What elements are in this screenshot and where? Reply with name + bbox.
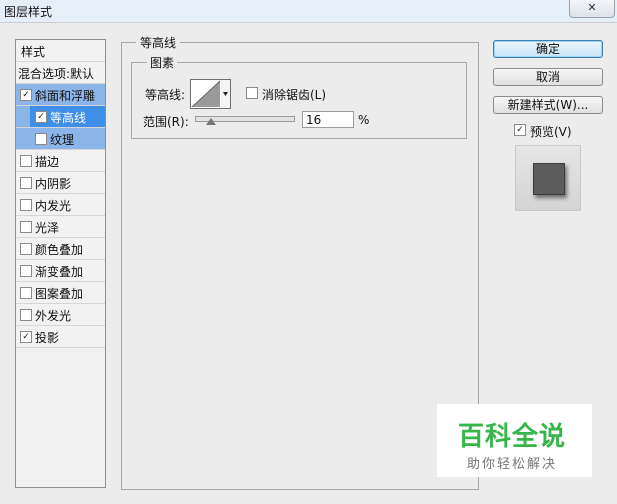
preview-checkbox[interactable]: ✓ bbox=[514, 124, 526, 136]
stroke-item[interactable]: 描边 bbox=[16, 150, 105, 172]
bevel-emboss-label: 斜面和浮雕 bbox=[35, 89, 96, 103]
satin-item[interactable]: 光泽 bbox=[16, 216, 105, 238]
chevron-down-icon bbox=[223, 92, 228, 96]
contour-dropdown-button[interactable] bbox=[221, 79, 231, 109]
close-button[interactable]: ✕ bbox=[569, 0, 615, 18]
outer-glow-checkbox[interactable] bbox=[20, 309, 32, 321]
contour-field-label: 等高线: bbox=[145, 88, 186, 102]
cancel-button[interactable]: 取消 bbox=[493, 68, 603, 86]
pattern-overlay-label: 图案叠加 bbox=[35, 287, 84, 301]
texture-item[interactable]: 纹理 bbox=[16, 128, 105, 150]
preview-swatch bbox=[533, 163, 565, 195]
inner-shadow-checkbox[interactable] bbox=[20, 177, 32, 189]
range-label: 范围(R): bbox=[143, 115, 189, 129]
drop-shadow-item[interactable]: ✓ 投影 bbox=[16, 326, 105, 348]
ok-button[interactable]: 确定 bbox=[493, 40, 603, 58]
contour-item-indent bbox=[16, 106, 30, 128]
contour-curve-icon bbox=[191, 80, 221, 108]
outer-glow-label: 外发光 bbox=[35, 309, 72, 323]
stroke-label: 描边 bbox=[35, 155, 60, 169]
contour-label: 等高线 bbox=[50, 111, 87, 125]
inner-shadow-label: 内阴影 bbox=[35, 177, 72, 191]
range-unit: % bbox=[358, 113, 370, 127]
inner-shadow-item[interactable]: 内阴影 bbox=[16, 172, 105, 194]
contour-checkbox[interactable]: ✓ bbox=[35, 111, 47, 123]
title-bar: 图层样式 bbox=[0, 0, 617, 22]
gradient-overlay-checkbox[interactable] bbox=[20, 265, 32, 277]
stroke-checkbox[interactable] bbox=[20, 155, 32, 167]
contour-picker[interactable] bbox=[190, 79, 222, 109]
satin-label: 光泽 bbox=[35, 221, 60, 235]
style-list-header: 样式 bbox=[16, 40, 105, 62]
outer-glow-item[interactable]: 外发光 bbox=[16, 304, 105, 326]
contour-item[interactable]: ✓ 等高线 bbox=[30, 106, 105, 128]
inner-glow-checkbox[interactable] bbox=[20, 199, 32, 211]
contour-group-title: 等高线 bbox=[136, 34, 181, 51]
style-preview bbox=[515, 145, 581, 211]
drop-shadow-label: 投影 bbox=[35, 331, 60, 345]
style-list-header-label: 样式 bbox=[21, 45, 46, 59]
close-icon: ✕ bbox=[587, 1, 597, 14]
color-overlay-item[interactable]: 颜色叠加 bbox=[16, 238, 105, 260]
window-title: 图层样式 bbox=[4, 5, 53, 19]
bevel-emboss-item[interactable]: ✓ 斜面和浮雕 bbox=[16, 84, 105, 106]
new-style-button[interactable]: 新建样式(W)... bbox=[493, 96, 603, 114]
color-overlay-checkbox[interactable] bbox=[20, 243, 32, 255]
drop-shadow-checkbox[interactable]: ✓ bbox=[20, 331, 32, 343]
gradient-overlay-item[interactable]: 渐变叠加 bbox=[16, 260, 105, 282]
pattern-overlay-item[interactable]: 图案叠加 bbox=[16, 282, 105, 304]
watermark-subtitle: 助你轻松解决 bbox=[467, 457, 558, 472]
antialias-label: 消除锯齿(L) bbox=[262, 88, 327, 102]
style-list: 样式 混合选项:默认 ✓ 斜面和浮雕 ✓ 等高线 纹理 描边 内阴影 内发光 光… bbox=[15, 39, 106, 488]
inner-glow-label: 内发光 bbox=[35, 199, 72, 213]
elements-group-title: 图素 bbox=[147, 54, 178, 71]
bevel-emboss-checkbox[interactable]: ✓ bbox=[20, 89, 32, 101]
satin-checkbox[interactable] bbox=[20, 221, 32, 233]
blend-options-label: 混合选项:默认 bbox=[18, 67, 95, 81]
texture-label: 纹理 bbox=[50, 133, 75, 147]
range-slider-thumb[interactable] bbox=[205, 118, 216, 125]
inner-glow-item[interactable]: 内发光 bbox=[16, 194, 105, 216]
blend-options-item[interactable]: 混合选项:默认 bbox=[16, 62, 105, 84]
watermark: 百科全说 助你轻松解决 bbox=[437, 404, 592, 477]
gradient-overlay-label: 渐变叠加 bbox=[35, 265, 84, 279]
range-input[interactable]: 16 bbox=[302, 111, 354, 128]
preview-label: 预览(V) bbox=[530, 125, 572, 139]
pattern-overlay-checkbox[interactable] bbox=[20, 287, 32, 299]
texture-checkbox[interactable] bbox=[35, 133, 47, 145]
color-overlay-label: 颜色叠加 bbox=[35, 243, 84, 257]
antialias-checkbox[interactable] bbox=[246, 87, 258, 99]
watermark-title: 百科全说 bbox=[458, 422, 567, 452]
